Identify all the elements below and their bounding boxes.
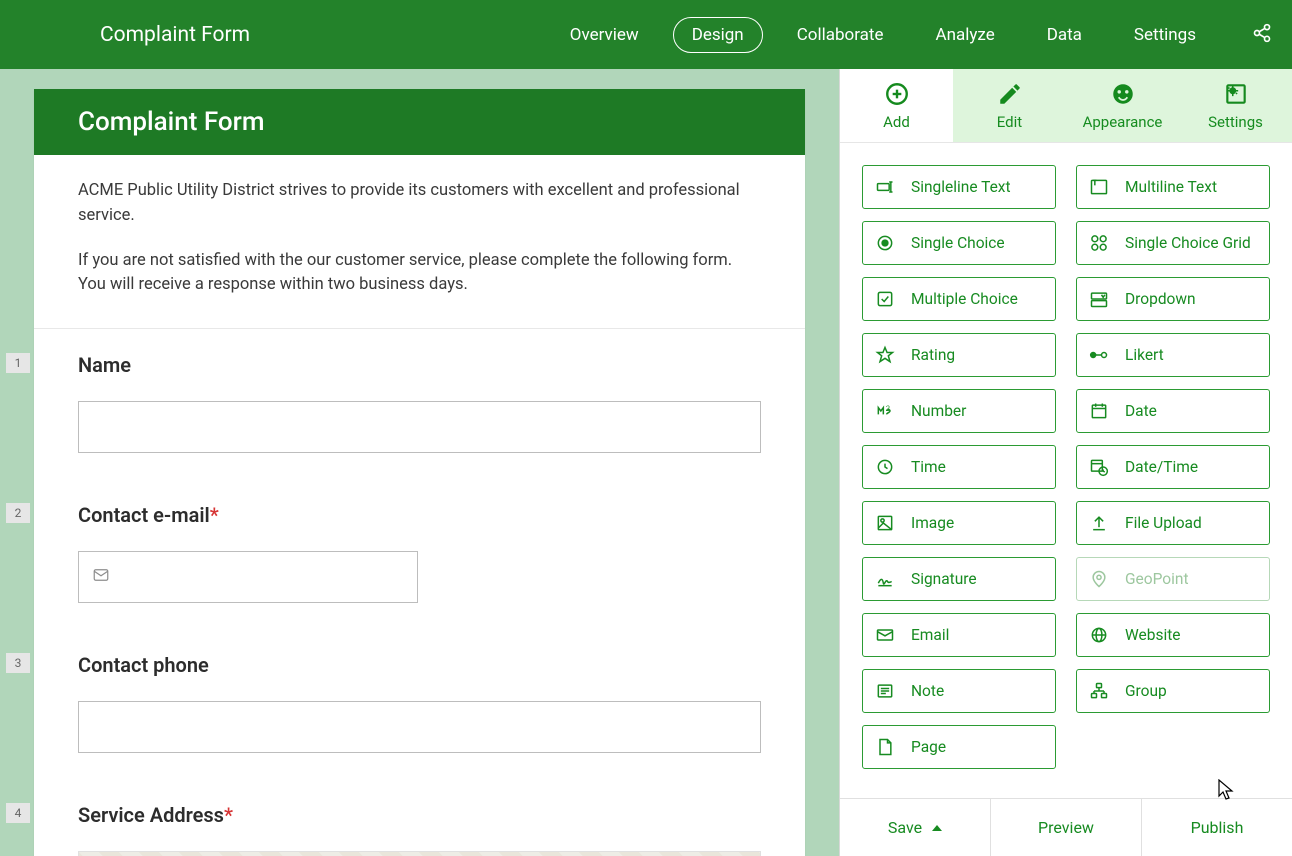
required-asterisk: * <box>224 803 233 827</box>
el-email[interactable]: Email <box>862 613 1056 657</box>
el-multiple-choice[interactable]: Multiple Choice <box>862 277 1056 321</box>
top-nav: Complaint Form Overview Design Collabora… <box>0 0 1292 69</box>
field-label-name[interactable]: Name <box>78 353 761 377</box>
field-number-1: 1 <box>6 353 30 373</box>
el-note[interactable]: Note <box>862 669 1056 713</box>
el-dropdown[interactable]: Dropdown <box>1076 277 1270 321</box>
el-group[interactable]: Group <box>1076 669 1270 713</box>
email-input[interactable] <box>78 551 418 603</box>
save-button[interactable]: Save <box>840 799 991 856</box>
field-number-4: 4 <box>6 803 30 823</box>
nav-tab-analyze[interactable]: Analyze <box>917 18 1012 52</box>
el-time[interactable]: Time <box>862 445 1056 489</box>
form-title[interactable]: Complaint Form <box>34 89 805 155</box>
panel-tab-edit[interactable]: Edit <box>953 69 1066 142</box>
el-singleline-text[interactable]: Singleline Text <box>862 165 1056 209</box>
el-single-choice[interactable]: Single Choice <box>862 221 1056 265</box>
form-canvas[interactable]: Complaint Form ACME Public Utility Distr… <box>0 69 839 856</box>
nav-tab-settings[interactable]: Settings <box>1116 18 1214 52</box>
publish-button[interactable]: Publish <box>1142 799 1292 856</box>
el-website[interactable]: Website <box>1076 613 1270 657</box>
field-label-phone[interactable]: Contact phone <box>78 653 761 677</box>
element-palette: Singleline Text Multiline Text Single Ch… <box>840 143 1292 798</box>
el-image[interactable]: Image <box>862 501 1056 545</box>
panel-tab-add[interactable]: Add <box>840 69 953 142</box>
el-signature[interactable]: Signature <box>862 557 1056 601</box>
phone-input[interactable] <box>78 701 761 753</box>
panel-tab-appearance[interactable]: Appearance <box>1066 69 1179 142</box>
el-file-upload[interactable]: File Upload <box>1076 501 1270 545</box>
el-datetime[interactable]: Date/Time <box>1076 445 1270 489</box>
name-input[interactable] <box>78 401 761 453</box>
el-page[interactable]: Page <box>862 725 1056 769</box>
nav-tab-collaborate[interactable]: Collaborate <box>779 18 902 52</box>
el-rating[interactable]: Rating <box>862 333 1056 377</box>
panel-tab-settings[interactable]: Settings <box>1179 69 1292 142</box>
field-number-3: 3 <box>6 653 30 673</box>
el-single-choice-grid[interactable]: Single Choice Grid <box>1076 221 1270 265</box>
el-likert[interactable]: Likert <box>1076 333 1270 377</box>
field-number-2: 2 <box>6 503 30 523</box>
share-icon[interactable] <box>1252 23 1272 47</box>
el-date[interactable]: Date <box>1076 389 1270 433</box>
preview-button[interactable]: Preview <box>991 799 1142 856</box>
intro-para-1: ACME Public Utility District strives to … <box>78 179 761 229</box>
app-title: Complaint Form <box>100 23 250 47</box>
nav-tab-overview[interactable]: Overview <box>552 18 657 52</box>
caret-up-icon <box>932 825 942 831</box>
el-number[interactable]: 3Number <box>862 389 1056 433</box>
form-intro[interactable]: ACME Public Utility District strives to … <box>34 155 805 329</box>
mail-icon <box>92 566 110 588</box>
nav-tab-design[interactable]: Design <box>673 17 763 53</box>
el-geopoint: GeoPoint <box>1076 557 1270 601</box>
right-panel: Add Edit Appearance Settings Singleline … <box>839 69 1292 856</box>
el-multiline-text[interactable]: Multiline Text <box>1076 165 1270 209</box>
required-asterisk: * <box>210 503 219 527</box>
field-label-address[interactable]: Service Address* <box>78 803 761 827</box>
nav-tab-data[interactable]: Data <box>1029 18 1100 52</box>
intro-para-2: If you are not satisfied with the our cu… <box>78 249 761 299</box>
field-label-email[interactable]: Contact e-mail* <box>78 503 761 527</box>
map-preview[interactable] <box>78 851 761 856</box>
nav-tabs: Overview Design Collaborate Analyze Data… <box>552 17 1272 53</box>
